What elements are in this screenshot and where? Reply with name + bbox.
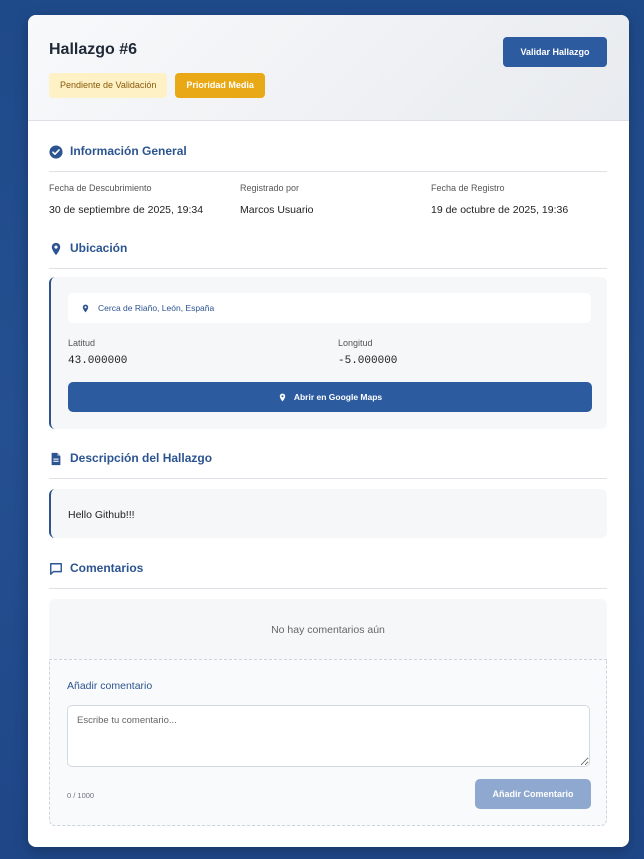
- comment-input[interactable]: [67, 705, 590, 767]
- longitude-label: Longitud: [338, 338, 373, 348]
- longitude-value: -5.000000: [338, 355, 398, 367]
- map-pin-icon: [279, 393, 286, 401]
- map-pin-icon: [82, 304, 89, 312]
- badge-group: Pendiente de Validación Prioridad Media: [49, 73, 265, 98]
- description-box: Hello Github!!!: [49, 489, 607, 538]
- general-section-title: Información General: [70, 144, 187, 158]
- discovery-date-value: 30 de septiembre de 2025, 19:34: [49, 204, 204, 216]
- add-comment-box: Añadir comentario 0 / 1000 Añadir Coment…: [49, 659, 607, 826]
- latitude-value: 43.000000: [68, 355, 128, 367]
- registration-date-value: 19 de octubre de 2025, 19:36: [431, 204, 569, 216]
- card-header: Hallazgo #6 Pendiente de Validación Prio…: [28, 15, 629, 121]
- registration-date-label: Fecha de Registro: [431, 183, 505, 193]
- description-section-title: Descripción del Hallazgo: [70, 451, 213, 465]
- map-pin-icon: [51, 242, 61, 256]
- address-box: Cerca de Riaño, León, España: [68, 293, 591, 323]
- document-icon: [51, 452, 61, 466]
- location-section-header: Ubicación: [49, 241, 607, 269]
- location-section-title: Ubicación: [70, 241, 128, 255]
- comments-section-title: Comentarios: [70, 561, 144, 575]
- google-maps-button[interactable]: Abrir en Google Maps: [68, 382, 592, 412]
- address-text: Cerca de Riaño, León, España: [98, 303, 215, 313]
- registered-by-value: Marcos Usuario: [240, 204, 314, 216]
- comments-empty-state: No hay comentarios aún: [49, 599, 607, 659]
- general-section-header: Información General: [49, 144, 607, 172]
- check-circle-icon: [49, 145, 63, 159]
- validate-button[interactable]: Validar Hallazgo: [503, 37, 607, 67]
- comment-icon: [50, 563, 62, 575]
- add-comment-button[interactable]: Añadir Comentario: [475, 779, 591, 809]
- comments-section-header: Comentarios: [49, 561, 607, 589]
- latitude-label: Latitud: [68, 338, 96, 348]
- google-maps-label: Abrir en Google Maps: [293, 392, 383, 402]
- add-comment-title: Añadir comentario: [67, 680, 153, 692]
- registered-by-label: Registrado por: [240, 183, 300, 193]
- status-badge: Pendiente de Validación: [49, 73, 168, 98]
- discovery-date-label: Fecha de Descubrimiento: [49, 183, 152, 193]
- page-title: Hallazgo #6: [49, 41, 138, 58]
- location-box: Cerca de Riaño, León, España Latitud 43.…: [49, 277, 607, 429]
- priority-badge: Prioridad Media: [175, 73, 265, 98]
- finding-card: Hallazgo #6 Pendiente de Validación Prio…: [28, 15, 629, 847]
- character-counter: 0 / 1000: [67, 791, 95, 800]
- empty-comments-text: No hay comentarios aún: [271, 624, 385, 636]
- description-section-header: Descripción del Hallazgo: [49, 451, 607, 479]
- description-text: Hello Github!!!: [68, 509, 135, 521]
